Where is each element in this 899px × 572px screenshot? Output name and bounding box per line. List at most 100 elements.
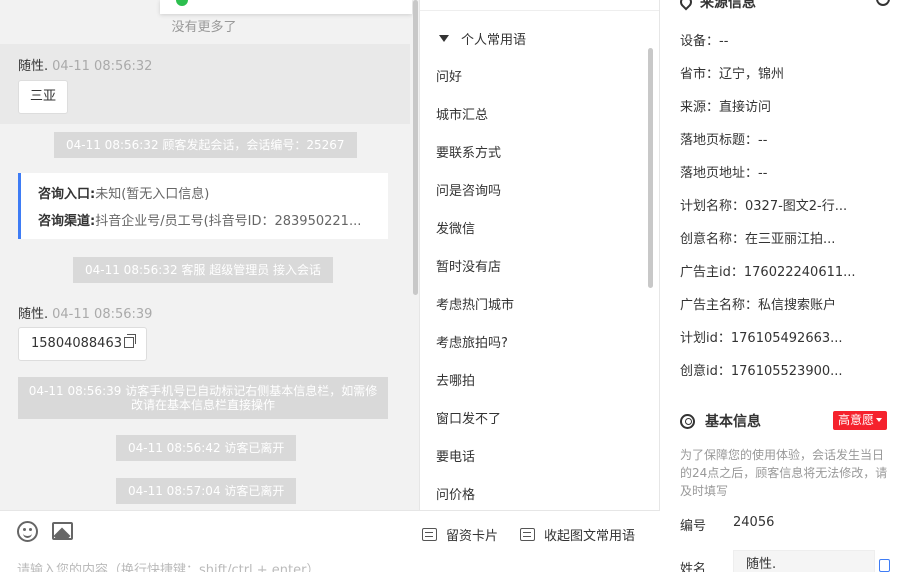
caret-down-icon [439, 35, 449, 42]
intent-level-dropdown[interactable]: 高意愿 [833, 411, 888, 430]
source-row-origin: 来源：直接访问 [680, 96, 771, 115]
source-value: -- [758, 166, 768, 181]
consult-info-card: 咨询入口:未知(暂无入口信息) 咨询渠道:抖音企业号/员工号(抖音号ID：283… [18, 173, 388, 239]
system-message: 04-11 08:57:04 访客已离开 [116, 478, 297, 504]
channel-value: 抖音企业号/员工号(抖音号ID：283950221... [95, 214, 362, 229]
message-sender: 随性. 04-11 08:56:32 [18, 55, 152, 74]
name-field[interactable]: 随性. [733, 550, 875, 572]
phrase-item[interactable]: 去哪拍 [436, 370, 475, 389]
source-label: 广告主id： [680, 265, 744, 280]
source-value: 直接访问 [719, 100, 772, 115]
phrase-group-title: 个人常用语 [461, 33, 527, 48]
copy-icon[interactable] [123, 334, 136, 348]
card-icon [422, 528, 437, 541]
phrase-item[interactable]: 要电话 [436, 446, 475, 465]
source-row-region: 省市：辽宁，锦州 [680, 63, 784, 82]
toast [160, 0, 412, 14]
copy-icon[interactable] [879, 559, 890, 572]
divider [420, 10, 659, 11]
entry-value: 未知(暂无入口信息) [95, 187, 210, 202]
collapse-phrases-label: 收起图文常用语 [544, 529, 636, 544]
source-label: 省市： [680, 67, 720, 82]
phrases-panel: 个人常用语 问好 城市汇总 要联系方式 问是咨询吗 发微信 暂时没有店 考虑热门… [420, 0, 660, 510]
success-icon [176, 0, 188, 6]
phrase-item[interactable]: 考虑热门城市 [436, 294, 514, 313]
source-value: 176105523900... [730, 364, 843, 379]
edit-tip: 为了保障您的使用体验，会话发生当日的24点之后，顾客信息将无法修改，请及时填写 [680, 448, 888, 498]
phrases-scrollbar[interactable] [648, 48, 653, 288]
source-row-plan-name: 计划名称：0327-图文2-行... [680, 195, 847, 214]
source-label: 来源： [680, 100, 720, 115]
source-label: 创意名称： [680, 232, 746, 247]
source-info-header: 来源信息 [677, 0, 756, 12]
source-value: 176022240611... [743, 265, 856, 280]
entry-label: 咨询入口: [38, 187, 96, 202]
phrase-item[interactable]: 问价格 [436, 484, 475, 503]
source-value: 私信搜索账户 [758, 298, 837, 313]
basic-info-header: 基本信息 [680, 411, 761, 431]
system-message: 04-11 08:56:32 顾客发起会话，会话编号：25267 [54, 132, 357, 158]
no-more-text: 没有更多了 [171, 20, 237, 35]
message-sender: 随性. 04-11 08:56:39 [18, 303, 152, 322]
source-row-creative-id: 创意id：176105523900... [680, 360, 843, 379]
source-value: -- [719, 34, 729, 49]
collapse-phrases-button[interactable]: 收起图文常用语 [520, 525, 635, 544]
phrase-item[interactable]: 暂时没有店 [436, 256, 501, 275]
source-label: 创意id： [680, 364, 731, 379]
number-value: 24056 [733, 515, 775, 530]
source-row-advertiser-id: 广告主id：176022240611... [680, 261, 856, 280]
leave-card-button[interactable]: 留资卡片 [422, 525, 498, 544]
phrase-group-header[interactable]: 个人常用语 [439, 29, 526, 48]
message-bubble[interactable]: 三亚 [18, 80, 69, 114]
chat-scrollbar[interactable] [413, 0, 418, 295]
basic-info-title: 基本信息 [705, 414, 761, 430]
source-row-advertiser-name: 广告主名称：私信搜索账户 [680, 294, 836, 313]
source-label: 广告主名称： [680, 298, 759, 313]
system-message: 04-11 08:56:39 访客手机号已自动标记右侧基本信息栏，如需修改请在基… [18, 377, 388, 419]
message-input[interactable]: 请输入您的内容（换行快捷键：shift/ctrl + enter） [17, 559, 320, 572]
source-label: 设备： [680, 34, 720, 49]
source-row-device: 设备：-- [680, 30, 728, 49]
message-time: 04-11 08:56:39 [52, 307, 153, 322]
message-bubble[interactable]: 15804088463 [18, 327, 147, 361]
emoji-icon[interactable] [17, 521, 38, 542]
source-value: 0327-图文2-行... [745, 199, 848, 214]
phrase-item[interactable]: 问是咨询吗 [436, 180, 501, 199]
caret-down-icon [876, 418, 883, 422]
phrase-item[interactable]: 窗口发不了 [436, 408, 501, 427]
system-message: 04-11 08:56:32 客服 超级管理员 接入会话 [73, 257, 334, 283]
shield-icon[interactable] [876, 0, 890, 6]
message-input-area[interactable]: 留资卡片 收起图文常用语 请输入您的内容（换行快捷键：shift/ctrl + … [0, 510, 660, 572]
sender-name: 随性. [18, 307, 49, 322]
number-label: 编号 [680, 519, 707, 534]
source-row-creative-name: 创意名称：在三亚丽江拍... [680, 228, 835, 247]
message-time: 04-11 08:56:32 [52, 59, 153, 74]
location-pin-icon [677, 0, 695, 11]
name-label: 姓名 [680, 562, 707, 572]
phrase-item[interactable]: 问好 [436, 66, 462, 85]
image-icon[interactable] [52, 522, 73, 540]
source-row-landing-url: 落地页地址：-- [680, 162, 767, 181]
phrase-item[interactable]: 城市汇总 [436, 104, 488, 123]
phrase-item[interactable]: 考虑旅拍吗? [436, 332, 508, 351]
customer-info-panel: 来源信息 设备：-- 省市：辽宁，锦州 来源：直接访问 落地页标题：-- 落地页… [660, 0, 899, 572]
source-info-title: 来源信息 [700, 0, 756, 11]
leave-card-label: 留资卡片 [446, 529, 499, 544]
intent-level-label: 高意愿 [838, 413, 875, 427]
source-label: 落地页标题： [680, 133, 759, 148]
user-icon [680, 413, 695, 429]
source-value: 辽宁，锦州 [719, 67, 785, 82]
source-row-plan-id: 计划id：176105492663... [680, 327, 843, 346]
source-value: 176105492663... [730, 331, 843, 346]
phrase-item[interactable]: 发微信 [436, 218, 475, 237]
sender-name: 随性. [18, 59, 49, 74]
chat-panel[interactable]: 没有更多了 随性. 04-11 08:56:32 三亚 04-11 08:56:3… [0, 0, 420, 572]
channel-label: 咨询渠道: [38, 214, 96, 229]
phrase-item[interactable]: 要联系方式 [436, 142, 501, 161]
source-row-landing-title: 落地页标题：-- [680, 129, 767, 148]
source-label: 计划名称： [680, 199, 746, 214]
phone-number: 15804088463 [31, 336, 122, 351]
message-icon [520, 528, 535, 541]
system-message: 04-11 08:56:42 访客已离开 [116, 435, 297, 461]
source-label: 落地页地址： [680, 166, 759, 181]
